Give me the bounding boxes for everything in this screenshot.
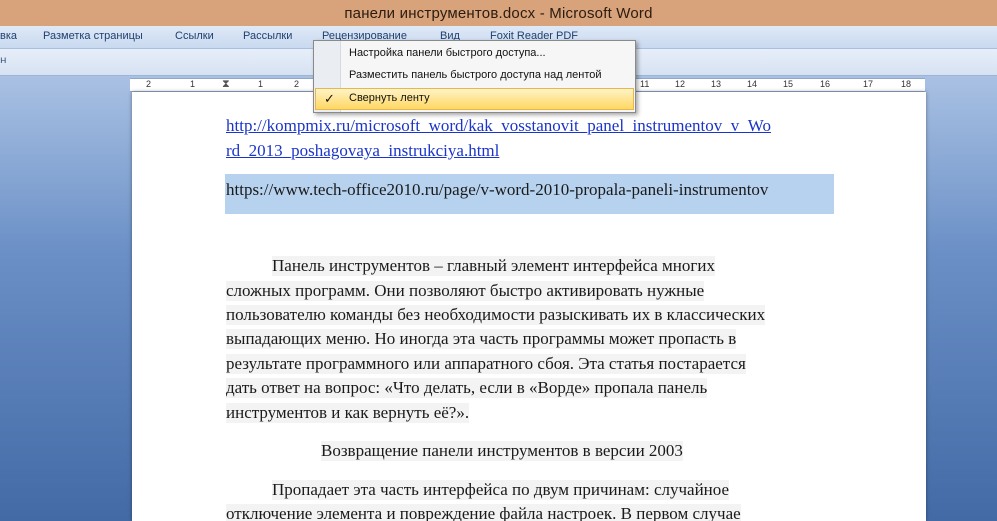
ruler-number: 17 [863, 79, 874, 89]
selected-text-block[interactable]: https://www.tech-office2010.ru/page/v-wo… [225, 174, 834, 214]
checkmark-icon: ✓ [324, 91, 335, 106]
ruler-number: 1 [190, 79, 196, 89]
paragraph-line: отключение элемента и повреждение файла … [226, 504, 741, 521]
paragraph-line: выпадающих меню. Но иногда эта часть про… [226, 329, 737, 349]
ruler-number: 2 [294, 79, 300, 89]
ribbon-strip-label: н [0, 55, 7, 66]
menu-item-label: Настройка панели быстрого доступа... [349, 47, 546, 59]
ruler-number: 11 [640, 79, 650, 89]
paragraph-line: пользователю команды без необходимости р… [226, 305, 766, 325]
paragraph-line: Пропадает эта часть интерфейса по двум п… [272, 480, 730, 500]
hyperlink-line-2[interactable]: rd_2013_poshagovaya_instrukciya.html [226, 141, 499, 161]
ruler-number: 13 [711, 79, 722, 89]
ruler-number: 14 [747, 79, 758, 89]
tab-references[interactable]: Ссылки [175, 30, 214, 42]
section-heading: Возвращение панели инструментов в версии… [321, 441, 683, 461]
paragraph-line: результате программного или аппаратного … [226, 354, 746, 374]
menu-item-label: Разместить панель быстрого доступа над л… [349, 69, 602, 81]
ruler-number: 2 [146, 79, 152, 89]
indent-marker-icon[interactable]: ⧗ [222, 79, 230, 91]
selected-url-text: https://www.tech-office2010.ru/page/v-wo… [226, 180, 769, 199]
title-bar: панели инструментов.docx - Microsoft Wor… [0, 0, 997, 26]
ruler-number: 1 [258, 79, 264, 89]
ruler-number: 16 [820, 79, 831, 89]
document-page[interactable]: http://kompmix.ru/microsoft_word/kak_vos… [132, 92, 926, 521]
paragraph-line: сложных программ. Они позволяют быстро а… [226, 281, 705, 301]
tab-insert[interactable]: вка [0, 30, 17, 42]
menu-item-place-toolbar-above-ribbon[interactable]: Разместить панель быстрого доступа над л… [315, 65, 634, 87]
window-title: панели инструментов.docx - Microsoft Wor… [344, 4, 653, 22]
paragraph-line: дать ответ на вопрос: «Что делать, если … [226, 378, 708, 398]
ruler-number: 18 [901, 79, 912, 89]
paragraph-line: инструментов и как вернуть её?». [226, 403, 470, 423]
paragraph-line: Панель инструментов – главный элемент ин… [272, 256, 715, 276]
ruler-number: 12 [675, 79, 686, 89]
menu-item-label: Свернуть ленту [349, 92, 430, 104]
menu-item-minimize-ribbon[interactable]: ✓ Свернуть ленту [315, 88, 634, 110]
ruler-number: 15 [783, 79, 794, 89]
tab-mailings[interactable]: Рассылки [243, 30, 292, 42]
quick-access-context-menu: Настройка панели быстрого доступа... Раз… [313, 40, 636, 113]
menu-item-customize-quick-access[interactable]: Настройка панели быстрого доступа... [315, 43, 634, 65]
hyperlink-line-1[interactable]: http://kompmix.ru/microsoft_word/kak_vos… [226, 116, 771, 136]
tab-page-layout[interactable]: Разметка страницы [43, 30, 143, 42]
